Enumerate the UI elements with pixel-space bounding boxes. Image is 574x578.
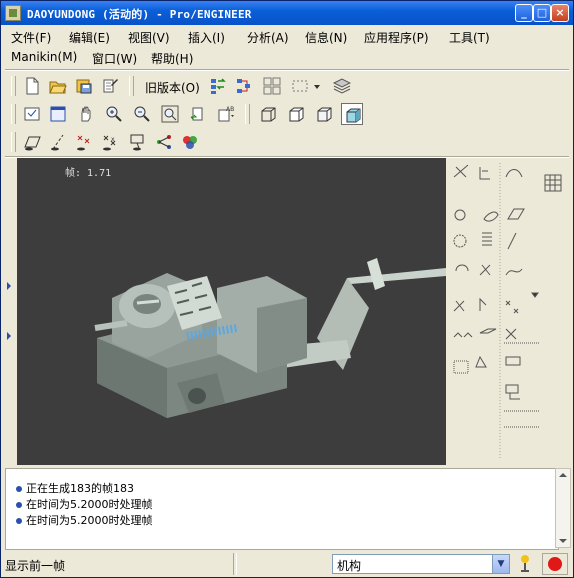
toolbar-row-3: x	[5, 129, 225, 155]
menu-file[interactable]: 文件(F)	[11, 29, 51, 46]
stack-layers-icon[interactable]	[331, 75, 353, 97]
orient-icon[interactable]	[187, 103, 209, 125]
menu-applications[interactable]: 应用程序(P)	[364, 29, 429, 46]
bullet-icon	[16, 502, 22, 508]
model-tree-icon[interactable]	[233, 75, 255, 97]
menu-row-2: Manikin(M) 窗口(W) 帮助(H)	[5, 48, 569, 68]
menu-view[interactable]: 视图(V)	[128, 29, 170, 46]
spin-center-icon[interactable]	[127, 131, 149, 153]
selection-filter-icon[interactable]	[289, 75, 311, 97]
datum-plane-icon[interactable]	[21, 131, 43, 153]
zoom-out-icon[interactable]	[131, 103, 153, 125]
layers-icon[interactable]	[261, 75, 283, 97]
maximize-button[interactable]: □	[533, 4, 551, 22]
table-grid-icon[interactable]	[542, 172, 564, 194]
regenerate-icon[interactable]	[207, 75, 229, 97]
menu-row-1: 文件(F) 编辑(E) 视图(V) 插入(I) 分析(A) 信息(N) 应用程序…	[5, 27, 569, 47]
graphics-window[interactable]: 帧: 1.71	[17, 158, 446, 465]
no-hidden-icon[interactable]	[313, 103, 335, 125]
message-line: 正在生成183的帧183	[16, 480, 134, 496]
chevron-down-icon[interactable]: ▼	[492, 555, 509, 573]
left-sash[interactable]	[5, 158, 13, 458]
zoom-in-icon[interactable]	[103, 103, 125, 125]
toolbar-grip[interactable]	[129, 76, 134, 96]
svg-text:AB: AB	[226, 106, 234, 113]
toolbar-grip[interactable]	[11, 104, 16, 124]
menu-tools[interactable]: 工具(T)	[449, 29, 490, 46]
bullet-icon	[16, 518, 22, 524]
menu-edit[interactable]: 编辑(E)	[69, 29, 110, 46]
open-file-icon[interactable]	[47, 75, 69, 97]
redraw-icon[interactable]	[21, 103, 43, 125]
application-window: DAOYUNDONG (活动的) - Pro/ENGINEER _ □ × 文件…	[0, 0, 574, 578]
status-separator	[233, 553, 237, 575]
status-bar: 显示前一帧 机构 ▼	[1, 550, 573, 577]
menu-window[interactable]: 窗口(W)	[92, 50, 137, 67]
hidden-line-icon[interactable]	[285, 103, 307, 125]
color-icon[interactable]	[179, 131, 201, 153]
csys-icon[interactable]: x	[99, 131, 121, 153]
traffic-light-icon[interactable]	[518, 554, 532, 574]
wireframe-icon[interactable]	[257, 103, 279, 125]
toolbar-row-1: 旧版本(O)	[5, 73, 569, 99]
old-version-button[interactable]: 旧版本(O)	[145, 79, 200, 96]
svg-text:x: x	[111, 136, 115, 143]
window-title: DAOYUNDONG (活动的) - Pro/ENGINEER	[27, 8, 252, 21]
status-text: 显示前一帧	[5, 559, 66, 573]
message-scrollbar[interactable]	[555, 468, 571, 548]
saved-views-icon[interactable]: AB	[215, 103, 237, 125]
title-bar[interactable]: DAOYUNDONG (活动的) - Pro/ENGINEER _ □ ×	[1, 1, 573, 25]
right-feature-toolbar	[448, 161, 548, 461]
stop-button[interactable]	[542, 553, 568, 575]
close-button[interactable]: ×	[551, 4, 569, 22]
shading-icon[interactable]	[341, 103, 363, 125]
minimize-button[interactable]: _	[515, 4, 533, 22]
menu-analysis[interactable]: 分析(A)	[247, 29, 289, 46]
bullet-icon	[16, 486, 22, 492]
feature-icons	[453, 164, 539, 400]
mode-select[interactable]: 机构 ▼	[332, 554, 510, 574]
annotation-icon[interactable]	[153, 131, 175, 153]
pan-hand-icon[interactable]	[75, 103, 97, 125]
proe-app-icon	[5, 5, 21, 21]
mode-select-value: 机构	[337, 559, 362, 573]
new-file-icon[interactable]	[21, 75, 43, 97]
toolbar-grip[interactable]	[11, 76, 16, 96]
refit-icon[interactable]	[159, 103, 181, 125]
menu-help[interactable]: 帮助(H)	[151, 50, 193, 67]
menu-info[interactable]: 信息(N)	[305, 29, 347, 46]
window-icon[interactable]	[47, 103, 69, 125]
message-line: 在时间为5.2000时处理帧	[16, 496, 153, 512]
datum-point-icon[interactable]	[73, 131, 95, 153]
vise-assembly-model	[94, 258, 446, 418]
menu-manikin[interactable]: Manikin(M)	[11, 50, 77, 64]
menu-insert[interactable]: 插入(I)	[188, 29, 225, 46]
save-icon[interactable]	[73, 75, 95, 97]
toolbar-row-2: AB	[5, 101, 569, 127]
dropdown-icon[interactable]	[311, 75, 323, 97]
message-area: 正在生成183的帧183 在时间为5.2000时处理帧 在时间为5.2000时处…	[5, 468, 559, 550]
datum-axis-icon[interactable]	[47, 131, 69, 153]
menu-separator	[5, 69, 569, 71]
toolbar-grip[interactable]	[245, 104, 250, 124]
message-line: 在时间为5.2000时处理帧	[16, 512, 153, 528]
print-icon[interactable]	[99, 75, 121, 97]
toolbar-grip[interactable]	[11, 132, 16, 152]
